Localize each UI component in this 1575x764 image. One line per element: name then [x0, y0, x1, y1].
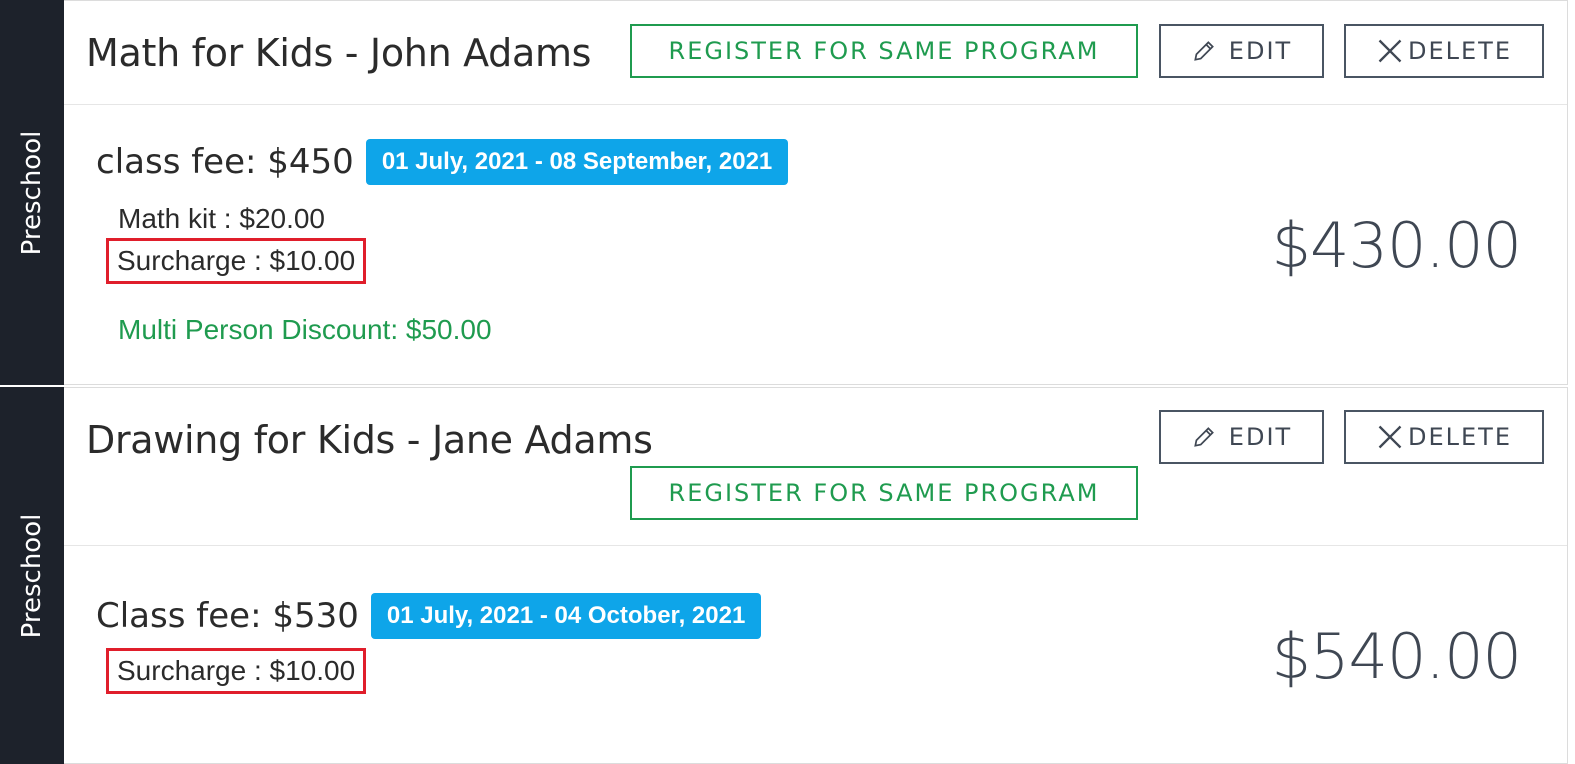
surcharge-line: Surcharge : $10.00: [106, 238, 367, 284]
class-fee: class fee: $450: [96, 142, 354, 182]
registration-panel: Drawing for Kids - Jane Adams EDIT DELET…: [64, 387, 1568, 764]
registration-panel: Math for Kids - John Adams REGISTER FOR …: [64, 0, 1568, 385]
surcharge-line: Surcharge : $10.00: [106, 648, 367, 694]
pencil-icon: [1191, 424, 1217, 450]
delete-label: DELETE: [1407, 37, 1512, 65]
edit-label: EDIT: [1228, 423, 1293, 451]
delete-button[interactable]: DELETE: [1344, 24, 1544, 78]
class-fee: Class fee: $530: [96, 596, 359, 636]
fee-line: class fee: $450 01 July, 2021 - 08 Septe…: [96, 139, 789, 185]
total-amount: $540.00: [1271, 620, 1522, 693]
close-icon: [1376, 37, 1404, 65]
edit-button[interactable]: EDIT: [1159, 410, 1324, 464]
category-label: Preschool: [17, 130, 47, 255]
program-title: Drawing for Kids - Jane Adams: [86, 418, 653, 462]
category-sidebar: Preschool: [0, 0, 64, 385]
delete-label: DELETE: [1407, 423, 1512, 451]
delete-button[interactable]: DELETE: [1344, 410, 1544, 464]
edit-button[interactable]: EDIT: [1159, 24, 1324, 78]
pencil-icon: [1191, 38, 1217, 64]
close-icon: [1376, 423, 1404, 451]
register-same-program-button[interactable]: REGISTER FOR SAME PROGRAM: [630, 466, 1138, 520]
register-same-program-button[interactable]: REGISTER FOR SAME PROGRAM: [630, 24, 1138, 78]
date-range-badge: 01 July, 2021 - 04 October, 2021: [370, 593, 762, 639]
edit-label: EDIT: [1228, 37, 1293, 65]
category-sidebar: Preschool: [0, 387, 64, 764]
program-title: Math for Kids - John Adams: [86, 31, 592, 75]
registration-card: Preschool Math for Kids - John Adams REG…: [0, 0, 1568, 385]
total-amount: $430.00: [1271, 209, 1522, 282]
date-range-badge: 01 July, 2021 - 08 September, 2021: [365, 139, 789, 185]
header-divider: [64, 545, 1567, 546]
fee-item: Math kit : $20.00: [118, 203, 326, 234]
category-label: Preschool: [17, 513, 47, 638]
registration-card: Preschool Drawing for Kids - Jane Adams …: [0, 387, 1568, 764]
header-divider: [64, 104, 1567, 105]
discount-line: Multi Person Discount: $50.00: [118, 314, 492, 345]
fee-line: Class fee: $530 01 July, 2021 - 04 Octob…: [96, 593, 762, 639]
